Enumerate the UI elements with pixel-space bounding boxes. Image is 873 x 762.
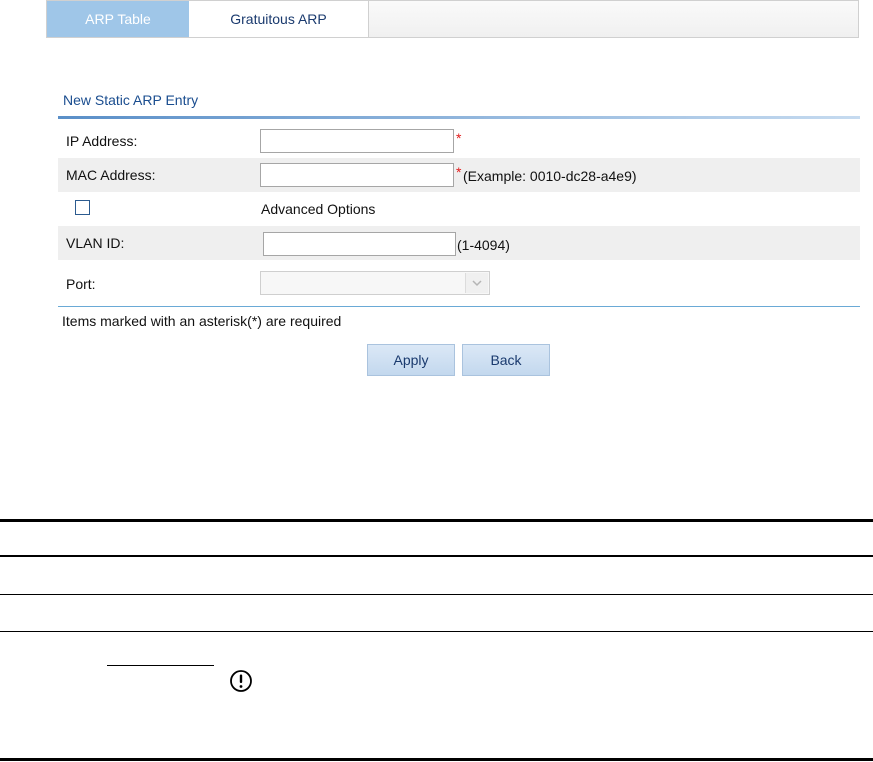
mac-address-label: MAC Address: <box>66 167 156 183</box>
tab-gratuitous-arp[interactable]: Gratuitous ARP <box>189 1 369 37</box>
mac-address-row: MAC Address: * (Example: 0010-dc28-a4e9) <box>58 158 860 192</box>
section-divider <box>58 116 860 119</box>
port-label: Port: <box>66 276 96 292</box>
ip-address-row: IP Address: * <box>58 124 860 158</box>
table-row-rule <box>0 631 873 632</box>
advanced-options-checkbox[interactable] <box>75 200 90 215</box>
mac-required-marker: * <box>456 164 462 180</box>
port-select[interactable] <box>260 271 490 295</box>
advanced-options-label: Advanced Options <box>261 201 376 217</box>
required-note: Items marked with an asterisk(*) are req… <box>62 313 342 329</box>
vlan-id-input[interactable] <box>263 232 456 256</box>
vlan-id-label: VLAN ID: <box>66 235 125 251</box>
ip-address-label: IP Address: <box>66 133 138 149</box>
port-row: Port: <box>58 266 860 300</box>
ip-address-input[interactable] <box>260 129 454 153</box>
back-button[interactable]: Back <box>462 344 550 376</box>
vlan-id-row: VLAN ID: (1-4094) <box>58 226 860 260</box>
table-header-rule <box>0 555 873 557</box>
tab-bar: ARP Table Gratuitous ARP <box>46 0 859 38</box>
form-bottom-divider <box>58 306 860 307</box>
exclamation-circle-icon <box>229 669 253 693</box>
tab-arp-table[interactable]: ARP Table <box>47 1 189 37</box>
advanced-options-row: Advanced Options <box>58 192 860 226</box>
note-underline <box>107 665 214 666</box>
mac-address-input[interactable] <box>260 163 454 187</box>
table-bottom-rule <box>0 758 873 761</box>
ip-required-marker: * <box>456 130 462 146</box>
chevron-down-icon[interactable] <box>465 273 488 293</box>
mac-example-hint: (Example: 0010-dc28-a4e9) <box>463 168 637 184</box>
table-top-rule <box>0 519 873 522</box>
vlan-range-hint: (1-4094) <box>457 237 510 253</box>
section-title: New Static ARP Entry <box>63 92 199 108</box>
table-row-rule <box>0 594 873 595</box>
apply-button[interactable]: Apply <box>367 344 455 376</box>
